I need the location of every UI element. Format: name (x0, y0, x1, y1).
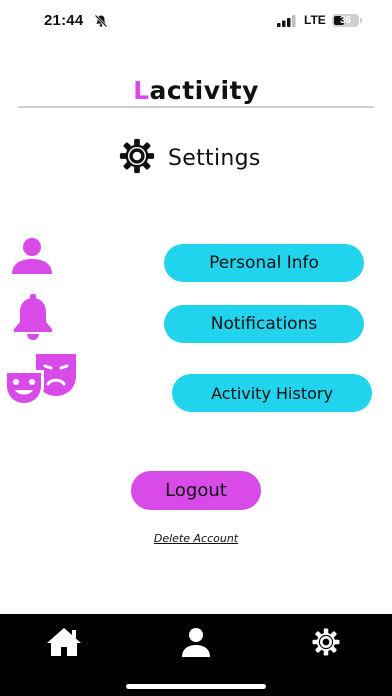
logout-button[interactable]: Logout (131, 471, 261, 510)
delete-account-link[interactable]: Delete Account (0, 532, 392, 545)
app-title-rest: activity (149, 76, 259, 105)
activity-history-button[interactable]: Activity History (172, 374, 372, 412)
theater-masks-icon (4, 352, 80, 408)
status-time: 21:44 (44, 12, 84, 29)
status-bar: 21:44 LTE 36 (0, 0, 392, 44)
bell-icon (10, 294, 56, 340)
app-title-initial: L (133, 76, 150, 105)
battery-level: 36 (339, 15, 352, 26)
settings-header: Settings (118, 138, 261, 174)
home-icon[interactable] (42, 622, 86, 662)
header-divider (18, 106, 374, 108)
page-title: Settings (168, 145, 261, 171)
home-indicator[interactable] (126, 684, 266, 689)
person-icon (10, 236, 56, 276)
gear-icon[interactable] (304, 622, 348, 662)
notifications-button[interactable]: Notifications (164, 305, 364, 343)
app-title: Lactivity (0, 76, 392, 105)
profile-icon[interactable] (174, 622, 218, 662)
battery-icon: 36 (332, 14, 359, 27)
gear-icon (118, 137, 156, 180)
battery-tip (360, 18, 362, 23)
personal-info-button[interactable]: Personal Info (164, 244, 364, 282)
signal-icon (277, 14, 297, 32)
bell-off-icon (94, 14, 108, 33)
network-type: LTE (304, 13, 326, 27)
